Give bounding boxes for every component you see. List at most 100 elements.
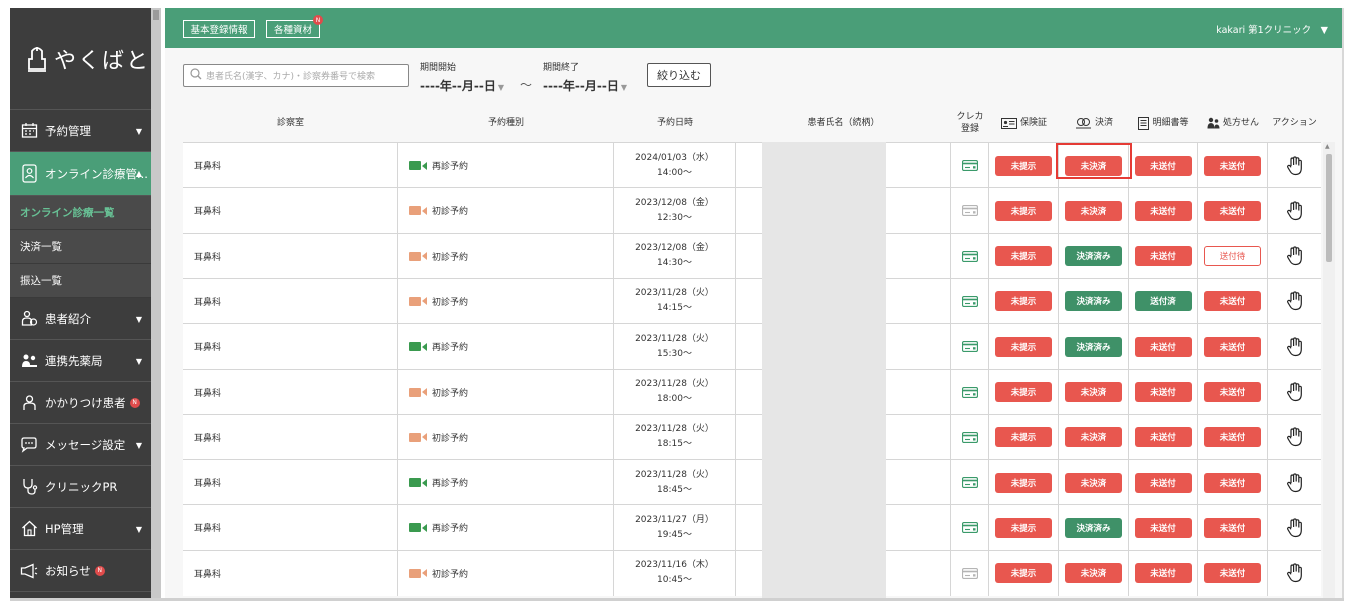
sub-payment-list[interactable]: 決済一覧 <box>10 230 151 264</box>
cell-type-label: 初診予約 <box>432 388 469 399</box>
cell-payment: 未決済 <box>1059 460 1129 506</box>
payment-status-button[interactable]: 決済済み <box>1065 291 1122 312</box>
prescription-status-button[interactable]: 未送付 <box>1204 291 1261 312</box>
filter-button[interactable]: 絞り込む <box>647 63 711 87</box>
hand-icon[interactable] <box>1286 291 1304 311</box>
period-start[interactable]: 期間開始 ----年--月--日 ▼ <box>420 60 504 94</box>
statement-status-button[interactable]: 未送付 <box>1134 427 1192 448</box>
period-start-value[interactable]: ----年--月--日 <box>420 79 496 93</box>
payment-status-button[interactable]: 決済済み <box>1065 336 1122 357</box>
scrollbar-thumb[interactable] <box>1326 154 1332 262</box>
payment-highlight-box <box>1056 143 1132 179</box>
statement-status-button[interactable]: 送付済 <box>1134 291 1192 312</box>
prescription-status-button[interactable]: 未送付 <box>1204 336 1261 357</box>
logo[interactable]: やくばと <box>10 8 151 110</box>
table-row[interactable]: 耳鼻科 初診予約 2023/11/28（火） 18:00～ 未提示 未決済 未送付 未送付 <box>183 368 1321 415</box>
insurance-status-button[interactable]: 未提示 <box>995 472 1052 493</box>
credit-card-icon <box>961 205 978 217</box>
clinic-selector[interactable]: kakari 第1クリニック ▼ <box>1216 22 1328 36</box>
statement-status-button[interactable]: 未送付 <box>1134 517 1192 538</box>
table-row[interactable]: 耳鼻科 初診予約 2023/12/08（金） 12:30～ 未提示 未決済 未送付 未送付 <box>183 187 1321 234</box>
prescription-status-button[interactable]: 送付待 <box>1204 246 1261 267</box>
nav-family-patients[interactable]: かかりつけ患者 N <box>10 382 151 424</box>
id-card-icon <box>1000 117 1017 129</box>
insurance-status-button[interactable]: 未提示 <box>995 517 1052 538</box>
hand-icon[interactable] <box>1286 563 1304 583</box>
cell-action <box>1268 505 1321 550</box>
table-row[interactable]: 耳鼻科 初診予約 2023/12/08（金） 14:30～ 未提示 決済済み 未送付 送付待 <box>183 232 1321 279</box>
statement-status-button[interactable]: 未送付 <box>1134 563 1192 584</box>
nav-online-care[interactable]: オンライン診療管... ▲ <box>10 152 151 196</box>
table-row[interactable]: 耳鼻科 初診予約 2023/11/28（火） 18:15～ 未提示 未決済 未送付 未送付 <box>183 413 1321 460</box>
table-row[interactable]: 耳鼻科 初診予約 2023/11/16（木） 10:45～ 未提示 未決済 未送付 未送付 <box>183 549 1321 596</box>
insurance-status-button[interactable]: 未提示 <box>995 291 1052 312</box>
payment-status-button[interactable]: 未決済 <box>1065 382 1122 402</box>
statement-status-button[interactable]: 未送付 <box>1134 200 1192 221</box>
hand-icon[interactable] <box>1286 427 1304 447</box>
scroll-up-arrow-icon[interactable]: ▲ <box>1325 143 1330 150</box>
nav-reservation[interactable]: 予約管理 ▼ <box>10 110 151 152</box>
nav-hp-manage[interactable]: HP管理 ▼ <box>10 508 151 550</box>
insurance-status-button[interactable]: 未提示 <box>995 563 1052 584</box>
payment-status-button[interactable]: 未決済 <box>1065 472 1122 493</box>
period-end-value[interactable]: ----年--月--日 <box>543 79 619 93</box>
credit-card-icon <box>961 386 978 398</box>
hand-icon[interactable] <box>1286 201 1304 221</box>
prescription-status-button[interactable]: 未送付 <box>1204 563 1261 584</box>
hand-icon[interactable] <box>1286 337 1304 357</box>
table-row[interactable]: 耳鼻科 再診予約 2023/11/27（月） 19:45～ 未提示 決済済み 未送付 未送付 <box>183 504 1321 551</box>
payment-status-button[interactable]: 決済済み <box>1065 517 1122 538</box>
materials-button[interactable]: 各種資材 N <box>266 15 323 38</box>
hand-icon[interactable] <box>1286 518 1304 538</box>
table-row[interactable]: 耳鼻科 再診予約 2023/11/28（火） 18:45～ 未提示 未決済 未送付 未送付 <box>183 459 1321 506</box>
prescription-status-button[interactable]: 未送付 <box>1204 155 1261 176</box>
period-end[interactable]: 期間終了 ----年--月--日 ▼ <box>543 60 627 94</box>
sidebar-scrollbar[interactable] <box>151 8 161 600</box>
prescription-status-button[interactable]: 未送付 <box>1204 427 1261 448</box>
cell-room: 耳鼻科 <box>183 550 398 596</box>
payment-status-button[interactable]: 決済済み <box>1065 246 1122 267</box>
scrollbar-thumb[interactable] <box>153 10 159 20</box>
prescription-status-button[interactable]: 未送付 <box>1204 517 1261 538</box>
chevron-down-icon: ▼ <box>135 525 142 534</box>
statement-status-button[interactable]: 未送付 <box>1134 382 1192 402</box>
statement-status-button[interactable]: 未送付 <box>1134 336 1192 357</box>
sub-online-care-list[interactable]: オンライン診療一覧 <box>10 196 151 230</box>
payment-status-button[interactable]: 未決済 <box>1065 427 1122 448</box>
table-row[interactable]: 耳鼻科 初診予約 2023/11/28（火） 14:15～ 未提示 決済済み 送付済 未送付 <box>183 277 1321 324</box>
statement-status-button[interactable]: 未送付 <box>1134 155 1192 176</box>
table-row[interactable]: 耳鼻科 再診予約 2023/11/28（火） 15:30～ 未提示 決済済み 未送付 未送付 <box>183 323 1321 370</box>
cell-type-label: 初診予約 <box>432 433 469 444</box>
nav-pharmacy[interactable]: 連携先薬局 ▼ <box>10 340 151 382</box>
nav-message-settings[interactable]: メッセージ設定 ▼ <box>10 424 151 466</box>
cell-date: 2023/11/28（火） <box>635 379 714 389</box>
insurance-status-button[interactable]: 未提示 <box>995 246 1052 267</box>
table-scrollbar[interactable]: ▲ <box>1323 142 1335 600</box>
insurance-status-button[interactable]: 未提示 <box>995 155 1052 176</box>
payment-status-button[interactable]: 未決済 <box>1065 200 1122 221</box>
statement-status-button[interactable]: 未送付 <box>1134 246 1192 267</box>
insurance-status-button[interactable]: 未提示 <box>995 336 1052 357</box>
prescription-status-button[interactable]: 未送付 <box>1204 200 1261 221</box>
hand-icon[interactable] <box>1286 472 1304 493</box>
insurance-status-button[interactable]: 未提示 <box>995 427 1052 448</box>
hand-icon[interactable] <box>1286 155 1304 176</box>
payment-status-button[interactable]: 未決済 <box>1065 563 1122 584</box>
nav-patient-referral[interactable]: 患者紹介 ▼ <box>10 298 151 340</box>
search-input[interactable]: 患者氏名(漢字、カナ)・診察券番号で検索 <box>183 64 409 87</box>
basic-info-button[interactable]: 基本登録情報 <box>183 20 255 38</box>
nav-clinic-pr[interactable]: クリニックPR <box>10 466 151 508</box>
insurance-status-button[interactable]: 未提示 <box>995 382 1052 402</box>
sub-transfer-list[interactable]: 振込一覧 <box>10 264 151 298</box>
prescription-status-button[interactable]: 未送付 <box>1204 472 1261 493</box>
statement-status-button[interactable]: 未送付 <box>1134 472 1192 493</box>
nav-news[interactable]: お知らせ N <box>10 550 151 592</box>
cell-card <box>951 505 989 551</box>
hand-icon[interactable] <box>1286 382 1304 402</box>
video-camera-icon <box>409 568 427 578</box>
cell-action <box>1268 551 1321 596</box>
hand-icon[interactable] <box>1286 246 1304 266</box>
table-row[interactable]: 耳鼻科 再診予約 2024/01/03（水） 14:00～ 未提示 未決済 未送付 未送付 <box>183 142 1321 188</box>
insurance-status-button[interactable]: 未提示 <box>995 200 1052 221</box>
prescription-status-button[interactable]: 未送付 <box>1204 382 1261 402</box>
